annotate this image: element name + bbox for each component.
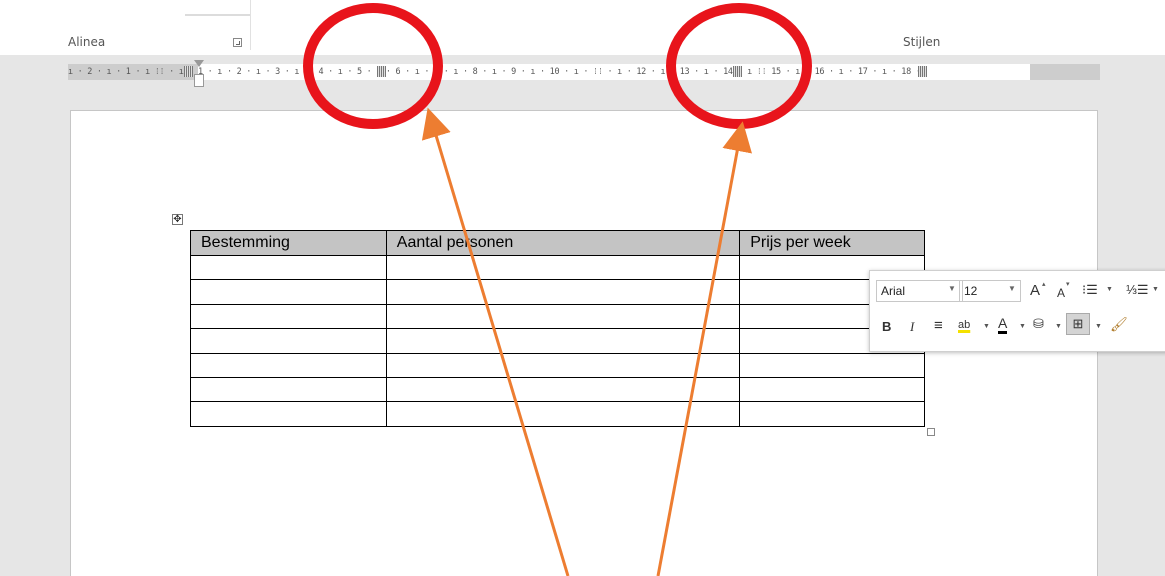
column-marker-4[interactable] (918, 66, 927, 77)
font-color-button[interactable]: A (998, 316, 1008, 334)
font-color-dropdown-icon[interactable]: ▼ (1019, 323, 1026, 330)
table-cell[interactable] (190, 328, 387, 354)
ruler-margin-right (1030, 64, 1100, 80)
shading-dropdown-icon[interactable]: ▼ (1055, 323, 1062, 330)
ribbon-group-separator (250, 0, 251, 50)
table-cell[interactable] (190, 303, 387, 330)
table-resize-handle[interactable] (927, 428, 935, 436)
table-row (190, 279, 925, 305)
dialog-launcher-icon[interactable] (233, 38, 242, 47)
ribbon: Alinea Stijlen (0, 0, 1165, 55)
table-row (190, 401, 925, 427)
column-marker-1[interactable] (184, 66, 193, 77)
align-center-icon[interactable]: ≡ (934, 317, 943, 335)
grow-font-button[interactable]: A (1030, 282, 1040, 300)
table-cell[interactable] (739, 352, 925, 378)
table-row (190, 254, 925, 281)
table-cell[interactable] (190, 352, 387, 378)
mini-toolbar: Arial ▼ 12 ▼ A ▴ A ▾ ⁝☰ ▼ ⅓☰ ▼ B I ≡ ab … (869, 270, 1165, 352)
table-cell[interactable] (385, 376, 741, 403)
grow-font-icon: ▴ (1042, 281, 1046, 288)
shrink-font-button[interactable]: A (1057, 284, 1065, 302)
bold-button[interactable]: B (882, 318, 891, 336)
group-label-stijlen: Stijlen (903, 35, 941, 49)
format-painter-icon[interactable]: 🖌 (1110, 315, 1128, 333)
borders-dropdown-icon[interactable]: ▼ (1095, 323, 1102, 330)
table-cell[interactable] (385, 352, 741, 378)
bullets-dropdown-icon[interactable]: ▼ (1106, 286, 1113, 293)
first-line-indent-marker[interactable] (194, 60, 204, 67)
table-header-row: Bestemming Aantal personen Prijs per wee… (190, 230, 925, 256)
table-cell[interactable] (385, 303, 741, 330)
table-cell[interactable] (385, 254, 741, 281)
font-dropdown-icon[interactable]: ▼ (948, 284, 956, 293)
shrink-font-icon: ▾ (1066, 281, 1070, 288)
table-cell[interactable] (385, 401, 741, 427)
header-cell-prijs-per-week[interactable]: Prijs per week (739, 230, 925, 256)
highlight-dropdown-icon[interactable]: ▼ (983, 323, 990, 330)
table-move-handle-icon[interactable]: ✥ (172, 214, 183, 225)
table-row (190, 328, 925, 354)
table-row (190, 376, 925, 403)
group-label-alinea: Alinea (68, 35, 106, 49)
table-row (190, 352, 925, 378)
destination-table[interactable]: Bestemming Aantal personen Prijs per wee… (190, 230, 925, 427)
column-marker-3[interactable] (733, 66, 742, 77)
shading-bucket-icon[interactable]: ⛁ (1033, 316, 1044, 334)
table-cell[interactable] (190, 376, 387, 403)
bullets-icon[interactable]: ⁝☰ (1082, 281, 1098, 299)
italic-button[interactable]: I (910, 318, 914, 336)
table-cell[interactable] (385, 328, 741, 354)
numbering-dropdown-icon[interactable]: ▼ (1152, 286, 1159, 293)
numbering-icon[interactable]: ⅓☰ (1126, 281, 1149, 299)
column-marker-2[interactable] (377, 66, 386, 77)
table-cell[interactable] (190, 254, 387, 281)
table-cell[interactable] (190, 401, 387, 427)
table-cell[interactable] (739, 376, 925, 403)
table-row (190, 303, 925, 330)
header-cell-aantal-personen[interactable]: Aantal personen (385, 230, 741, 256)
left-indent-marker[interactable] (194, 74, 204, 87)
header-cell-bestemming[interactable]: Bestemming (190, 230, 387, 256)
size-dropdown-icon[interactable]: ▼ (1008, 284, 1016, 293)
highlight-color-button[interactable]: ab (958, 316, 970, 334)
table-cell[interactable] (385, 279, 741, 305)
ribbon-divider (185, 14, 250, 16)
borders-icon[interactable]: ⊞ (1066, 313, 1090, 335)
table-cell[interactable] (190, 279, 387, 305)
table-cell[interactable] (739, 401, 925, 427)
